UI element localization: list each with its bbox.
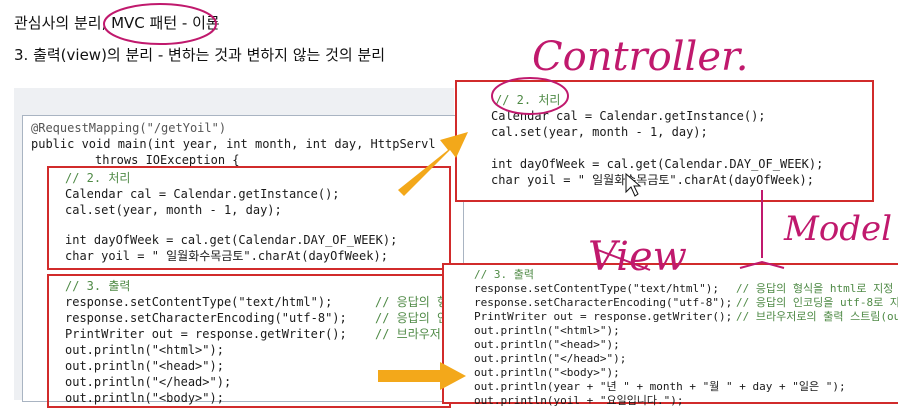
model-arrow-head xyxy=(739,260,785,269)
mouse-cursor-icon xyxy=(625,172,642,197)
view-handwritten-label: View xyxy=(588,234,687,280)
annotation-overlay: Controller. View Model xyxy=(103,3,892,390)
model-handwritten-label: Model xyxy=(783,209,892,249)
comment-highlight-circle xyxy=(491,77,569,115)
arrow-right-icon xyxy=(398,132,468,196)
controller-handwritten-label: Controller. xyxy=(532,34,748,80)
arrow-right-icon xyxy=(378,362,466,390)
title-highlight-circle xyxy=(103,3,217,45)
